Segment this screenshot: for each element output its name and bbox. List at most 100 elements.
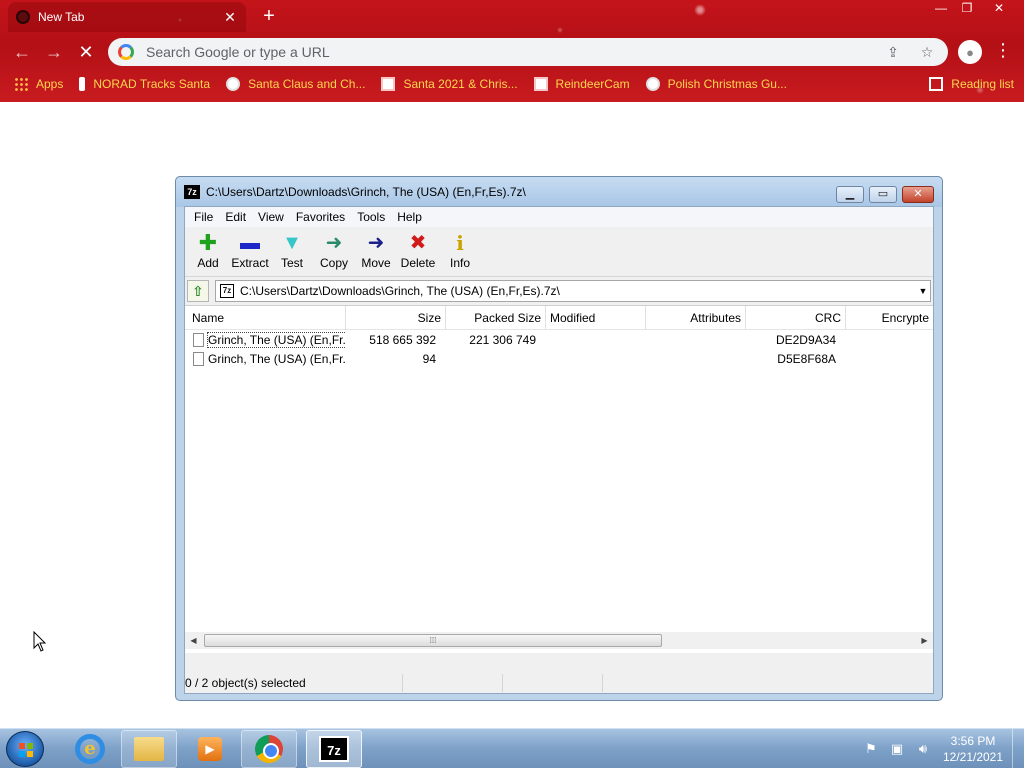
test-icon: ▼ xyxy=(282,232,302,254)
column-packed-size[interactable]: Packed Size xyxy=(446,306,546,330)
close-button[interactable]: ✕ xyxy=(984,0,1014,18)
taskbar-file-explorer[interactable] xyxy=(121,730,177,768)
image-icon xyxy=(381,77,396,91)
file-list[interactable]: Name Size Packed Size Modified Attribute… xyxy=(185,305,933,653)
reading-list-label: Reading list xyxy=(951,77,1014,91)
move-button[interactable]: ➜ Move xyxy=(355,231,397,270)
volume-icon[interactable]: 🔊︎ xyxy=(914,740,932,758)
sevenzip-client: File Edit View Favorites Tools Help ✚ Ad… xyxy=(184,206,934,694)
internet-explorer-icon: e xyxy=(75,734,105,764)
toolbar-label: Extract xyxy=(231,256,269,270)
sevenzip-window: 7z C:\Users\Dartz\Downloads\Grinch, The … xyxy=(175,176,943,701)
sevenzip-icon: 7z xyxy=(319,736,349,762)
share-icon[interactable]: ⇪ xyxy=(882,44,904,61)
path-combobox[interactable]: 7z C:\Users\Dartz\Downloads\Grinch, The … xyxy=(215,280,931,302)
chevron-down-icon[interactable]: ▼ xyxy=(916,286,930,296)
globe-icon xyxy=(645,77,660,91)
toolbar-label: Move xyxy=(361,256,391,270)
sevenzip-minimize-button[interactable]: ▁ xyxy=(836,186,864,203)
back-button[interactable]: ← xyxy=(10,40,34,64)
menu-help[interactable]: Help xyxy=(391,210,428,224)
test-button[interactable]: ▼ Test xyxy=(271,231,313,270)
show-desktop-button[interactable] xyxy=(1012,729,1024,768)
info-button[interactable]: i Info xyxy=(439,231,481,270)
clock-date: 12/21/2021 xyxy=(942,750,1004,764)
archive-icon: 7z xyxy=(220,284,234,298)
reading-list-icon xyxy=(929,77,944,91)
tab-new-tab[interactable]: New Tab ✕ xyxy=(8,2,246,32)
bookmark-label: Apps xyxy=(36,77,64,91)
extract-button[interactable]: ▬ Extract xyxy=(229,231,271,270)
menu-tools[interactable]: Tools xyxy=(351,210,391,224)
taskbar-chrome[interactable] xyxy=(241,730,297,768)
sevenzip-close-button[interactable]: ✕ xyxy=(902,186,934,203)
menu-edit[interactable]: Edit xyxy=(219,210,252,224)
sevenzip-maximize-button[interactable]: ▭ xyxy=(869,186,897,203)
bookmark-norad[interactable]: NORAD Tracks Santa xyxy=(79,77,210,91)
menu-favorites[interactable]: Favorites xyxy=(290,210,351,224)
toolbar-label: Add xyxy=(197,256,219,270)
toolbar: ✚ Add ▬ Extract ▼ Test ➜ Copy ➜ Move ✖ D… xyxy=(185,227,933,277)
start-button[interactable] xyxy=(6,731,44,767)
chrome-menu-icon[interactable]: ⋮ xyxy=(994,40,1012,61)
restore-button[interactable]: ❐ xyxy=(954,0,980,18)
folder-icon xyxy=(134,737,164,761)
window-title: C:\Users\Dartz\Downloads\Grinch, The (US… xyxy=(206,185,526,199)
taskbar-media-player[interactable]: ▶ xyxy=(182,730,238,768)
status-text: 0 / 2 object(s) selected xyxy=(185,674,403,692)
info-icon: i xyxy=(456,231,464,255)
bookmark-star-icon[interactable]: ☆ xyxy=(916,44,938,61)
bookmark-label: Polish Christmas Gu... xyxy=(667,77,787,91)
column-encrypted[interactable]: Encrypte xyxy=(846,306,933,330)
profile-avatar-icon[interactable]: ● xyxy=(958,40,982,64)
delete-button[interactable]: ✖ Delete xyxy=(397,231,439,270)
menu-file[interactable]: File xyxy=(188,210,219,224)
scroll-right-icon[interactable]: ▶ xyxy=(916,632,933,649)
taskbar-internet-explorer[interactable]: e xyxy=(62,730,118,768)
add-button[interactable]: ✚ Add xyxy=(187,231,229,271)
new-tab-button[interactable]: + xyxy=(258,5,280,27)
column-size[interactable]: Size xyxy=(346,306,446,330)
bookmark-polish-christmas[interactable]: Polish Christmas Gu... xyxy=(645,77,787,91)
google-icon xyxy=(118,44,134,60)
scrollbar-thumb[interactable]: ⁞⁞⁞ xyxy=(204,634,662,647)
taskbar-clock[interactable]: 3:56 PM 12/21/2021 xyxy=(940,733,1006,765)
column-name[interactable]: Name xyxy=(185,306,346,330)
minimize-button[interactable]: — xyxy=(928,0,954,18)
scroll-left-icon[interactable]: ◀ xyxy=(185,632,202,649)
bookmark-apps[interactable]: Apps xyxy=(14,77,63,91)
clock-time: 3:56 PM xyxy=(950,734,996,748)
column-crc[interactable]: CRC xyxy=(746,306,846,330)
file-name: Grinch, The (USA) (En,Fr... xyxy=(208,352,346,366)
tab-close-icon[interactable]: ✕ xyxy=(222,9,238,26)
bookmark-santa-claus[interactable]: Santa Claus and Ch... xyxy=(226,77,365,91)
reading-list-button[interactable]: Reading list xyxy=(929,72,1014,96)
table-row[interactable]: Grinch, The (USA) (En,Fr... 518 665 392 … xyxy=(185,331,933,350)
menu-view[interactable]: View xyxy=(252,210,290,224)
row-crc-cell: DE2D9A34 xyxy=(775,333,836,347)
taskbar-7zip[interactable]: 7z xyxy=(306,730,362,768)
horizontal-scrollbar[interactable]: ◀ ⁞⁞⁞ ▶ xyxy=(185,632,933,649)
column-modified[interactable]: Modified xyxy=(546,306,646,330)
bookmark-label: NORAD Tracks Santa xyxy=(93,77,211,91)
globe-icon xyxy=(226,77,241,91)
status-cell xyxy=(603,674,703,692)
network-icon[interactable]: ▣ xyxy=(888,740,906,758)
folder-up-icon[interactable]: ⇧ xyxy=(187,280,209,302)
bookmark-santa-2021[interactable]: Santa 2021 & Chris... xyxy=(381,77,518,91)
column-attributes[interactable]: Attributes xyxy=(646,306,746,330)
sevenzip-titlebar[interactable]: 7z C:\Users\Dartz\Downloads\Grinch, The … xyxy=(176,177,942,207)
action-center-flag-icon[interactable]: ⚑ xyxy=(862,740,880,758)
copy-button[interactable]: ➜ Copy xyxy=(313,231,355,270)
address-bar[interactable]: Search Google or type a URL ⇪ ☆ xyxy=(108,38,948,66)
row-size-cell: 94 xyxy=(422,352,436,366)
bookmark-reindeercam[interactable]: ReindeerCam xyxy=(533,77,630,91)
file-icon xyxy=(193,352,204,366)
bookmarks-bar: Apps NORAD Tracks Santa Santa Claus and … xyxy=(0,72,1024,96)
copy-icon: ➜ xyxy=(325,232,343,254)
table-row[interactable]: Grinch, The (USA) (En,Fr... 94 D5E8F68A xyxy=(185,350,933,369)
row-crc-cell: D5E8F68A xyxy=(777,352,836,366)
forward-button[interactable]: → xyxy=(42,40,66,64)
row-name-cell: Grinch, The (USA) (En,Fr... xyxy=(189,331,346,350)
stop-loading-button[interactable]: ✕ xyxy=(74,40,98,64)
